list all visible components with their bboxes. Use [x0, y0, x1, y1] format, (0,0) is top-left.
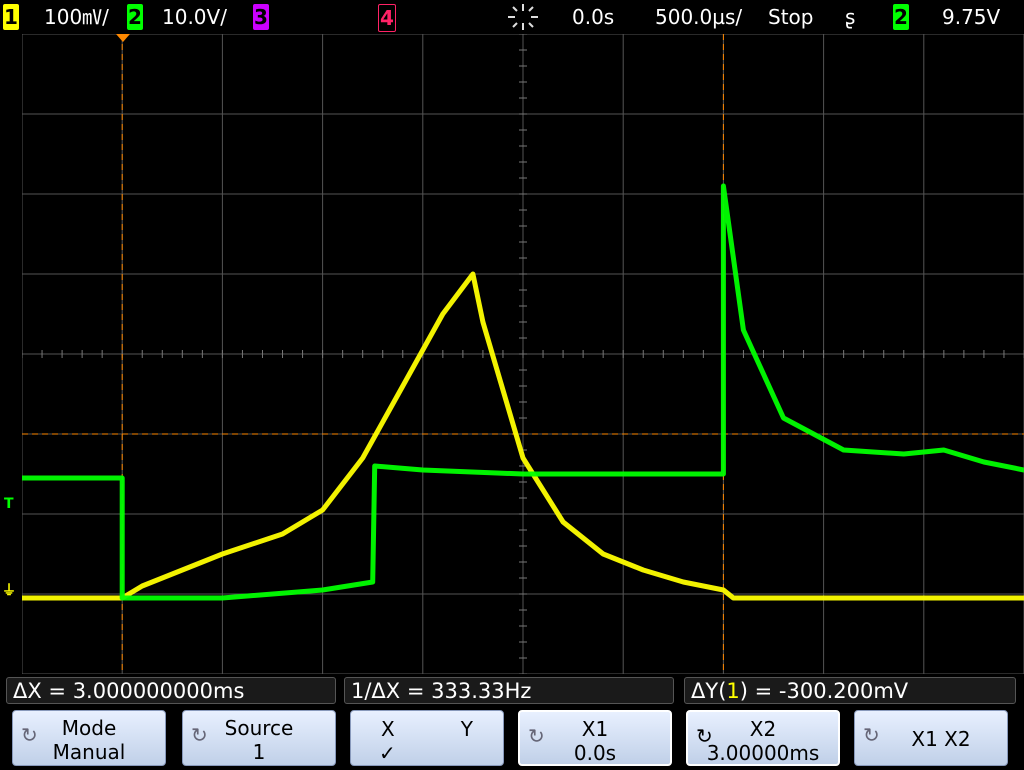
x-label: X — [381, 717, 395, 741]
check-icon: ✓ — [379, 741, 396, 765]
source-softkey[interactable]: ↻ Source 1 — [182, 710, 336, 766]
trigger-level-marker[interactable]: T — [4, 496, 14, 512]
ch2-indicator[interactable]: 2 — [127, 4, 143, 30]
ch1-indicator[interactable]: 1 — [3, 4, 19, 30]
mode-label: Mode — [61, 716, 117, 740]
delta-y-prefix: ΔY( — [691, 679, 727, 703]
softkey-bar: ↻ Mode Manual ↻ Source 1 X Y ✓ ↻ X1 0.0s… — [0, 706, 1024, 770]
trigger-position-marker[interactable] — [116, 34, 130, 42]
x1x2-softkey[interactable]: ↻ X1 X2 — [854, 710, 1008, 766]
x1x2-label: X1 X2 — [911, 727, 971, 751]
x2-label: X2 — [749, 717, 777, 741]
source-label: Source — [224, 716, 294, 740]
trigger-level[interactable]: 9.75V — [942, 3, 1000, 31]
waveform-display[interactable] — [22, 34, 1024, 674]
xy-softkey[interactable]: X Y ✓ — [350, 710, 504, 766]
x1-label: X1 — [581, 717, 609, 741]
delta-x-readout: ΔX = 3.000000000ms — [6, 677, 336, 704]
y-label: Y — [460, 717, 473, 741]
mode-softkey[interactable]: ↻ Mode Manual — [12, 710, 166, 766]
source-value: 1 — [252, 740, 266, 764]
run-state[interactable]: Stop — [768, 3, 813, 31]
x2-softkey[interactable]: ↻ X2 3.00000ms — [686, 710, 840, 766]
ch1-scale[interactable]: 100㎷/ — [44, 3, 109, 31]
ch4-indicator[interactable]: 4 — [378, 4, 396, 32]
ch2-scale[interactable]: 10.0V/ — [162, 3, 227, 31]
x1-softkey[interactable]: ↻ X1 0.0s — [518, 710, 672, 766]
status-bar: 1 100㎷/ 2 10.0V/ 3 4 0.0s 500.0µs/ Stop … — [0, 0, 1024, 34]
x2-value: 3.00000ms — [706, 741, 820, 765]
trigger-source[interactable]: 2 — [893, 4, 909, 30]
mode-value: Manual — [52, 740, 126, 764]
ch3-indicator[interactable]: 3 — [253, 4, 269, 30]
trigger-slope-icon: ʂ — [845, 5, 856, 29]
trigger-delay[interactable]: 0.0s — [572, 3, 614, 31]
waveform-svg — [22, 34, 1024, 674]
timebase-scale[interactable]: 500.0µs/ — [655, 3, 742, 31]
delta-y-channel: 1 — [726, 679, 740, 703]
trigger-position-icon — [506, 2, 540, 30]
delta-y-suffix: ) = -300.200mV — [739, 679, 909, 703]
inverse-delta-x-readout: 1/ΔX = 333.33Hz — [344, 677, 674, 704]
delta-y-readout: ΔY(1) = -300.200mV — [684, 677, 1016, 704]
ground-marker[interactable]: ⏚ — [2, 580, 16, 600]
x1-value: 0.0s — [573, 741, 617, 765]
